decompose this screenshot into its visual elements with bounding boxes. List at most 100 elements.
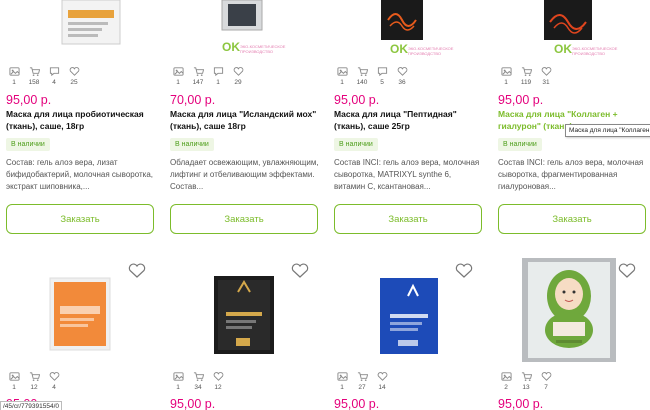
cart-icon — [29, 67, 40, 76]
svg-text:OK: OK — [222, 40, 240, 54]
order-button[interactable]: Заказать — [170, 204, 318, 234]
photo-count[interactable]: 1 — [498, 66, 514, 86]
product-stats: 1 140 5 36 — [334, 66, 410, 86]
in-stock-badge: В наличии — [334, 138, 378, 151]
product-stats: 1 12 4 — [6, 371, 62, 391]
product-price: 95,00 р. — [170, 397, 216, 410]
product-image[interactable] — [520, 256, 618, 364]
comment-count[interactable]: 5 — [374, 66, 390, 86]
photo-count[interactable]: 1 — [334, 371, 350, 391]
heart-icon — [397, 67, 407, 76]
comment-count[interactable]: 4 — [46, 66, 62, 86]
product-description: Обладает освежающим, увлажняющим, лифтин… — [170, 158, 319, 191]
photo-icon — [500, 372, 512, 381]
cart-icon — [357, 67, 368, 76]
heart-icon — [213, 372, 223, 381]
comment-count[interactable]: 1 — [210, 66, 226, 86]
comment-icon — [49, 67, 59, 77]
favorite-button[interactable] — [455, 263, 475, 281]
favorite-button[interactable] — [618, 263, 638, 281]
product-price: 70,00 р. — [170, 93, 216, 107]
heart-icon — [377, 372, 387, 381]
photo-count[interactable]: 1 — [6, 66, 22, 86]
product-price: 95,00 р. — [498, 397, 544, 410]
in-stock-badge: В наличии — [170, 138, 214, 151]
product-price: 95,00 р. — [334, 397, 380, 410]
photo-icon — [336, 372, 348, 381]
cart-count[interactable]: 34 — [190, 371, 206, 391]
favorite-button[interactable] — [128, 263, 148, 281]
cart-count[interactable]: 12 — [26, 371, 42, 391]
like-count[interactable]: 29 — [230, 66, 246, 86]
order-button[interactable]: Заказать — [498, 204, 646, 234]
photo-count[interactable]: 1 — [170, 66, 186, 86]
product-image[interactable]: OK ЭКО-КОСМЕТИЧЕСКОЕ ПРОИЗВОДСТВО — [498, 0, 648, 104]
svg-text:ПРОИЗВОДСТВО: ПРОИЗВОДСТВО — [240, 49, 273, 54]
product-description: Состав INCI: гель алоэ вера, молочная сы… — [498, 158, 644, 191]
like-count[interactable]: 31 — [538, 66, 554, 86]
photo-icon — [8, 372, 20, 381]
photo-icon — [172, 372, 184, 381]
cart-count[interactable]: 27 — [354, 371, 370, 391]
product-description: Состав: гель алоэ вера, лизат бифидобакт… — [6, 158, 153, 191]
heart-icon — [233, 67, 243, 76]
cart-count[interactable]: 147 — [190, 66, 206, 86]
photo-count[interactable]: 1 — [6, 371, 22, 391]
product-image[interactable]: OK ЭКО-КОСМЕТИЧЕСКОЕ ПРОИЗВОДСТВО — [170, 0, 320, 104]
photo-count[interactable]: 2 — [498, 371, 514, 391]
cart-icon — [193, 67, 204, 76]
heart-icon — [618, 263, 636, 278]
comment-icon — [213, 67, 223, 77]
product-title-link[interactable]: Маска для лица пробиотическая (ткань), с… — [6, 108, 156, 132]
product-title-link[interactable]: Маска для лица "Пептидная" (ткань), саше… — [334, 108, 484, 132]
heart-icon — [541, 372, 551, 381]
product-price: 95,00 р. — [498, 93, 544, 107]
photo-count[interactable]: 1 — [170, 371, 186, 391]
in-stock-badge: В наличии — [498, 138, 542, 151]
cart-icon — [521, 67, 532, 76]
like-count[interactable]: 25 — [66, 66, 82, 86]
photo-count[interactable]: 1 — [334, 66, 350, 86]
svg-text:ПРОИЗВОДСТВО: ПРОИЗВОДСТВО — [572, 51, 605, 56]
product-stats: 1 27 14 — [334, 371, 390, 391]
like-count[interactable]: 7 — [538, 371, 554, 391]
cart-count[interactable]: 119 — [518, 66, 534, 86]
svg-text:OK: OK — [554, 42, 572, 56]
product-image[interactable]: OK ЭКО-КОСМЕТИЧЕСКОЕ ПРОИЗВОДСТВО — [334, 0, 484, 104]
order-button[interactable]: Заказать — [334, 204, 482, 234]
photo-icon — [336, 67, 348, 76]
like-count[interactable]: 4 — [46, 371, 62, 391]
order-button[interactable]: Заказать — [6, 204, 154, 234]
product-price: 95,00 р. — [6, 93, 52, 107]
photo-icon — [500, 67, 512, 76]
photo-icon — [8, 67, 20, 76]
cart-count[interactable]: 13 — [518, 371, 534, 391]
heart-icon — [455, 263, 473, 278]
product-stats: 1 119 31 — [498, 66, 554, 86]
like-count[interactable]: 36 — [394, 66, 410, 86]
product-image[interactable] — [6, 0, 156, 104]
comment-icon — [377, 67, 387, 77]
product-stats: 1 147 1 29 — [170, 66, 246, 86]
cart-count[interactable]: 158 — [26, 66, 42, 86]
heart-icon — [291, 263, 309, 278]
cart-count[interactable]: 140 — [354, 66, 370, 86]
status-bar-url: /45/cr/779391554/0 — [0, 401, 63, 410]
product-price: 95,00 р. — [334, 93, 380, 107]
product-stats: 2 13 7 — [498, 371, 554, 391]
product-stats: 1 158 4 25 — [6, 66, 82, 86]
cart-icon — [357, 372, 368, 381]
like-count[interactable]: 14 — [374, 371, 390, 391]
like-count[interactable]: 12 — [210, 371, 226, 391]
heart-icon — [541, 67, 551, 76]
heart-icon — [69, 67, 79, 76]
title-tooltip: Маска для лица "Коллаген — [565, 124, 650, 137]
favorite-button[interactable] — [291, 263, 311, 281]
product-description: Состав INCI: гель алоэ вера, молочная сы… — [334, 158, 480, 191]
heart-icon — [49, 372, 59, 381]
photo-icon — [172, 67, 184, 76]
svg-text:OK: OK — [390, 42, 408, 56]
product-stats: 1 34 12 — [170, 371, 226, 391]
heart-icon — [128, 263, 146, 278]
product-title-link[interactable]: Маска для лица "Исландский мох" (ткань),… — [170, 108, 320, 132]
